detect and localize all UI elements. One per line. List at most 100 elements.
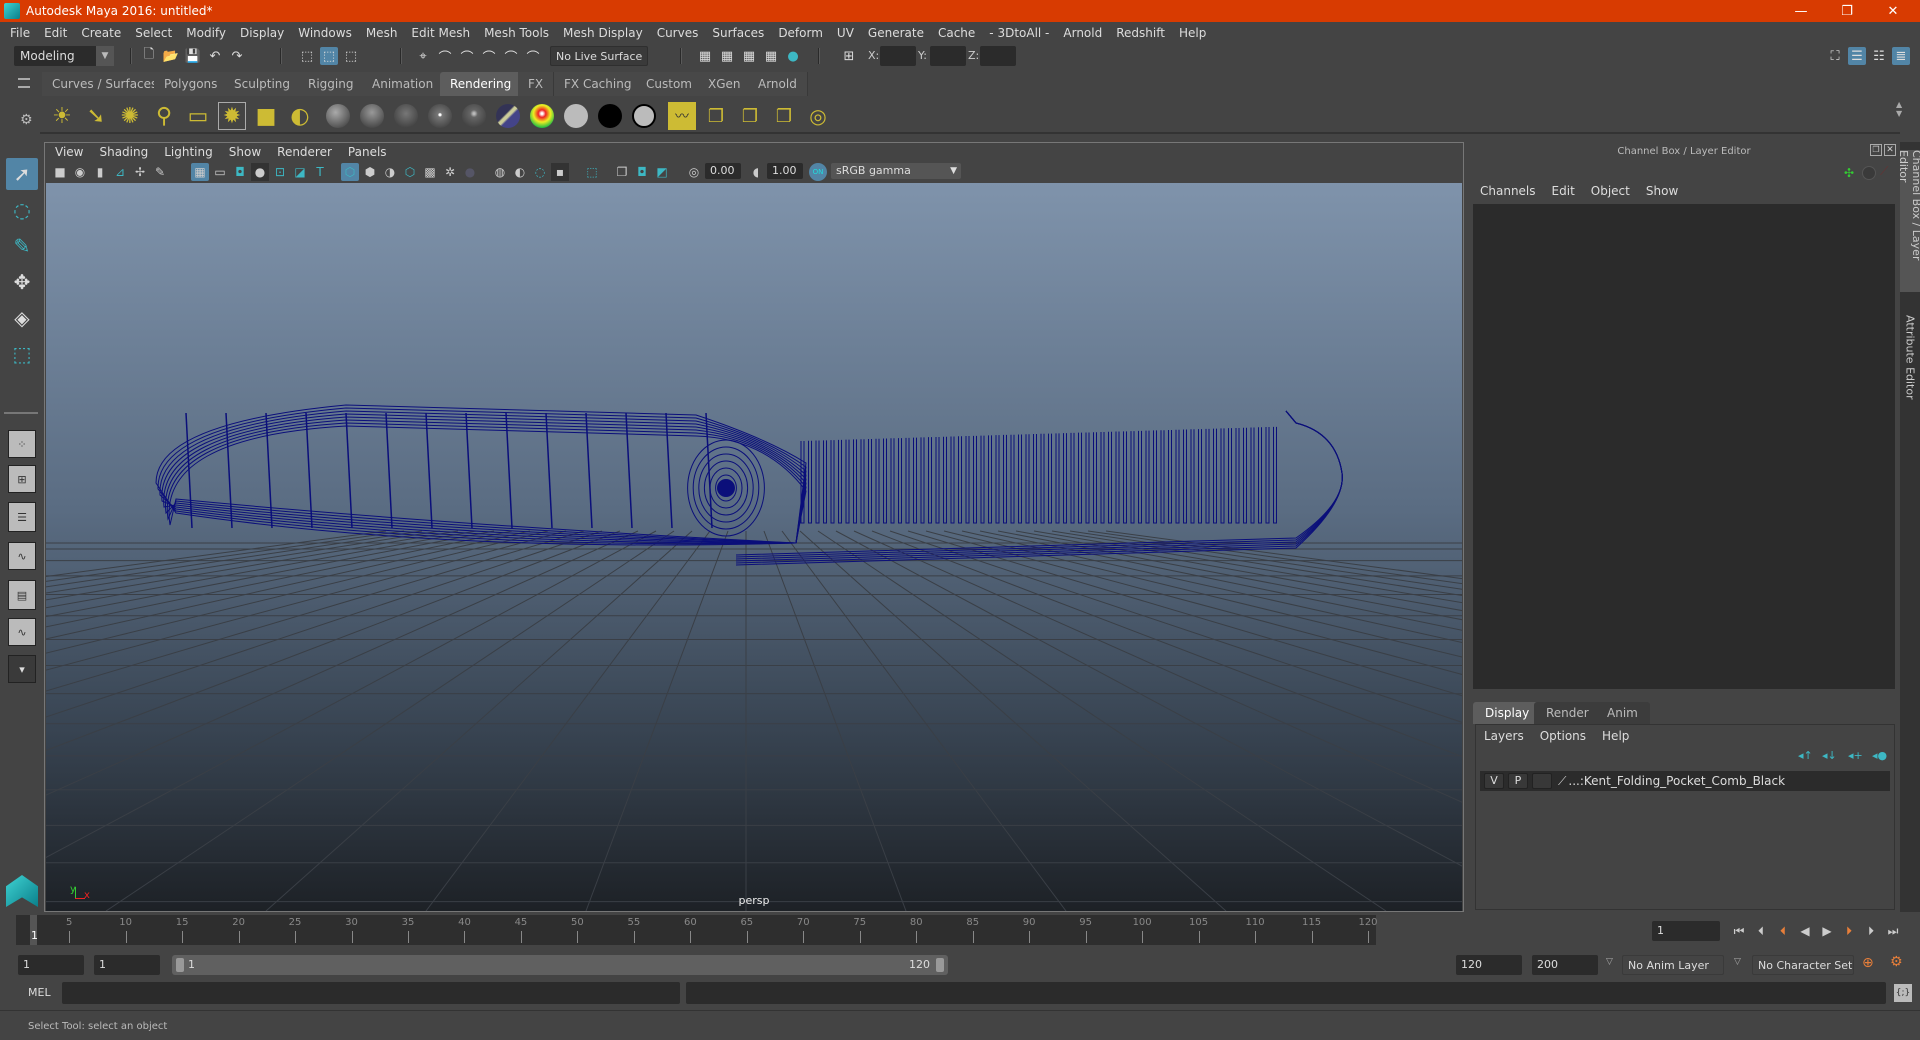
layout-persp-outliner-icon[interactable]: ☰ [8, 502, 36, 532]
new-empty-layer-icon[interactable]: ◂+ [1848, 749, 1863, 762]
menu-curves[interactable]: Curves [657, 26, 699, 40]
view-transform-select[interactable]: sRGB gamma ▼ [831, 163, 961, 179]
tab-animation[interactable]: Animation [362, 72, 445, 96]
3d-viewport[interactable]: y x persp [46, 183, 1462, 911]
menu-mesh[interactable]: Mesh [366, 26, 398, 40]
blinn-sphere-icon[interactable] [324, 102, 352, 130]
go-to-end-icon[interactable]: ⏭ [1884, 923, 1902, 939]
menu-help[interactable]: Help [1179, 26, 1206, 40]
exposure-field[interactable]: 0.00 [705, 163, 741, 179]
layout-single-perspective-icon[interactable]: ⁘ [8, 430, 36, 458]
render-view-icon[interactable]: ▦ [696, 47, 714, 65]
channel-box-toggle-icon[interactable]: ≣ [1892, 47, 1910, 65]
auto-key-icon[interactable]: ⊕ [1862, 955, 1874, 971]
menu-select[interactable]: Select [135, 26, 172, 40]
gate-mask-icon[interactable]: ● [251, 163, 269, 181]
depth-of-field-icon[interactable]: ▪ [551, 163, 569, 181]
layer-playback-toggle[interactable]: P [1508, 773, 1528, 789]
render-settings-icon[interactable]: ▦ [762, 47, 780, 65]
film-gate-icon[interactable]: ▭ [211, 163, 229, 181]
tab-sculpting[interactable]: Sculpting [224, 72, 302, 96]
render-frame-icon[interactable]: ▦ [718, 47, 736, 65]
playback-end-field[interactable]: 120 [1456, 955, 1522, 975]
layer-visibility-toggle[interactable]: V [1484, 773, 1504, 789]
tab-rendering[interactable]: Rendering [440, 72, 523, 96]
cb-menu-object[interactable]: Object [1591, 184, 1630, 198]
end-time-field[interactable]: 200 [1532, 955, 1598, 975]
animation-prefs-icon[interactable]: ⚙ [1890, 954, 1903, 970]
wireframe-icon[interactable]: ⬡ [341, 163, 359, 181]
time-ruler[interactable]: 1 5 10 15 20 25 30 35 40 45 50 55 60 65 70 75 80 85 90 95 1… [16, 915, 1378, 945]
new-scene-icon[interactable]: 🗋 [140, 47, 158, 65]
select-tool-icon[interactable]: ➚ [6, 158, 38, 190]
close-button[interactable]: ✕ [1870, 0, 1916, 22]
layout-hypershade-persp-icon[interactable]: ▤ [8, 580, 36, 610]
cb-menu-edit[interactable]: Edit [1552, 184, 1575, 198]
ramp-shader-icon[interactable] [528, 102, 556, 130]
start-time-field[interactable]: 1 [18, 955, 84, 975]
render-settings-icon[interactable]: ❐ [736, 102, 764, 130]
tab-fx-caching[interactable]: FX Caching [554, 72, 643, 96]
isolate-select-icon[interactable]: ⬚ [583, 163, 601, 181]
more-layouts-icon[interactable]: ▾ [8, 655, 36, 683]
tab-fx[interactable]: FX [518, 72, 555, 96]
hud-icon[interactable]: ◩ [653, 163, 671, 181]
ipr-render-icon[interactable]: ◎ [804, 102, 832, 130]
close-panel-icon[interactable]: ✕ [1884, 144, 1896, 156]
menu-cache[interactable]: Cache [938, 26, 975, 40]
input-mode-icon[interactable]: ⊞ [840, 47, 858, 65]
step-back-frame-icon[interactable]: ⏴ [1752, 923, 1770, 939]
layer-name[interactable]: ...:Kent_Folding_Pocket_Comb_Black [1568, 774, 1785, 788]
surface-shader-black-icon[interactable] [596, 102, 624, 130]
menu-edit[interactable]: Edit [44, 26, 67, 40]
speed-icon[interactable] [1862, 166, 1876, 180]
menu-arnold[interactable]: Arnold [1063, 26, 1102, 40]
menu-redshift[interactable]: Redshift [1116, 26, 1165, 40]
modeling-toolkit-icon[interactable]: ⛶ [1826, 47, 1844, 65]
surface-shader-white-icon[interactable] [562, 102, 590, 130]
shelf-menu-icon[interactable] [18, 78, 30, 88]
snap-point-icon[interactable]: ⌒ [458, 47, 476, 66]
vp-menu-panels[interactable]: Panels [348, 145, 387, 159]
gamma-icon[interactable]: ◖ [747, 163, 765, 181]
step-forward-frame-icon[interactable]: ⏵ [1862, 923, 1880, 939]
y-field[interactable] [930, 46, 966, 66]
step-back-key-icon[interactable]: ⏴ [1774, 923, 1792, 939]
menu-mesh-tools[interactable]: Mesh Tools [484, 26, 549, 40]
bookmark-icon[interactable]: ▮ [91, 163, 109, 181]
x-field[interactable] [880, 46, 916, 66]
minimize-button[interactable]: — [1778, 0, 1824, 22]
phong-sphere-icon[interactable] [392, 102, 420, 130]
point-light-icon[interactable]: ✺ [116, 102, 144, 130]
camera-aim-icon[interactable]: ■ [252, 102, 280, 130]
smooth-shade-icon[interactable]: ⬢ [361, 163, 379, 181]
snap-projected-icon[interactable]: ⌒ [524, 47, 542, 66]
tab-custom[interactable]: Custom [636, 72, 703, 96]
menu-edit-mesh[interactable]: Edit Mesh [411, 26, 470, 40]
snap-view-plane-icon[interactable]: ⌒ [480, 47, 498, 66]
camera-icon[interactable]: ■ [51, 163, 69, 181]
side-tab-channel-box[interactable]: Channel Box / Layer Editor [1897, 150, 1920, 292]
grid-icon[interactable]: ▦ [191, 163, 209, 181]
anim-layer-dropdown-icon[interactable]: ▽ [1606, 957, 1613, 967]
vp-menu-renderer[interactable]: Renderer [277, 145, 332, 159]
hypershade-icon[interactable]: ● [784, 47, 802, 65]
shelf-scroll-arrows[interactable]: ▲ ▼ [1896, 100, 1902, 118]
go-to-start-icon[interactable]: ⏮ [1730, 923, 1748, 939]
cb-menu-show[interactable]: Show [1646, 184, 1678, 198]
maximize-button[interactable]: ❐ [1824, 0, 1870, 22]
range-end-handle[interactable] [936, 958, 944, 972]
2d-pan-zoom-icon[interactable]: ✢ [131, 163, 149, 181]
menu-file[interactable]: File [10, 26, 30, 40]
side-tab-attribute-editor[interactable]: Attribute Editor [1900, 302, 1920, 412]
tab-arnold[interactable]: Arnold [748, 72, 808, 96]
menu-display[interactable]: Display [240, 26, 284, 40]
float-panel-icon[interactable]: ❐ [1870, 144, 1882, 156]
le-menu-layers[interactable]: Layers [1484, 729, 1524, 743]
layer-display-type-toggle[interactable] [1532, 773, 1552, 789]
cb-menu-channels[interactable]: Channels [1480, 184, 1536, 198]
snap-live-icon[interactable]: ⌒ [502, 47, 520, 66]
layer-row[interactable]: V P ⟋ ...:Kent_Folding_Pocket_Comb_Black [1480, 771, 1890, 791]
textures-icon[interactable]: ▩ [421, 163, 439, 181]
character-set-dropdown-icon[interactable]: ▽ [1734, 957, 1741, 967]
